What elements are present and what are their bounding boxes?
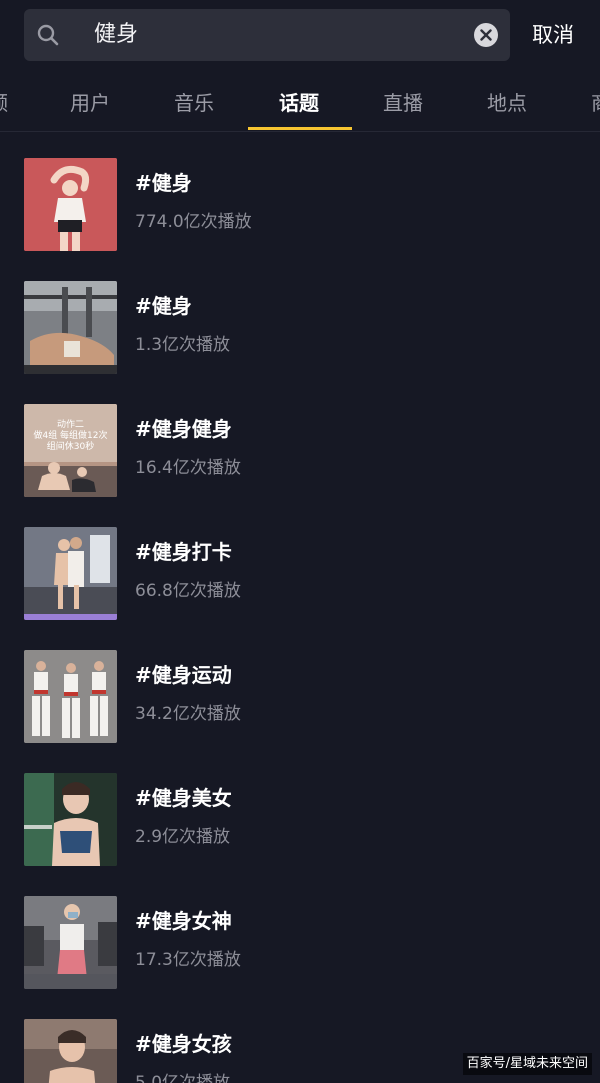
topic-thumbnail <box>24 773 117 866</box>
topic-row[interactable]: #健身打卡 66.8亿次播放 <box>0 504 600 627</box>
close-icon <box>480 29 492 41</box>
topic-row[interactable]: #健身美女 2.9亿次播放 <box>0 750 600 873</box>
tab-shop[interactable]: 商 <box>591 88 600 118</box>
topic-row[interactable]: #健身 774.0亿次播放 <box>0 135 600 258</box>
topic-play-count: 17.3亿次播放 <box>135 950 241 970</box>
topic-thumbnail <box>24 158 117 251</box>
topic-play-count: 5.0亿次播放 <box>135 1073 231 1083</box>
topic-row[interactable]: #健身 1.3亿次播放 <box>0 258 600 381</box>
topic-play-count: 2.9亿次播放 <box>135 827 231 847</box>
tab-live[interactable]: 直播 <box>383 88 423 118</box>
topic-play-count: 34.2亿次播放 <box>135 704 241 724</box>
clear-search-button[interactable] <box>474 23 498 47</box>
search-icon <box>36 23 60 47</box>
topic-thumbnail <box>24 281 117 374</box>
topic-thumbnail: 动作二 做4组 每组做12次 组间休30秒 <box>24 404 117 497</box>
tab-music[interactable]: 音乐 <box>174 88 214 118</box>
caption-line: 动作二 <box>56 420 84 430</box>
search-bar-row: 健身 取消 <box>0 0 600 72</box>
topic-title: #健身美女 <box>135 786 232 810</box>
search-query-text: 健身 <box>94 22 139 47</box>
topic-row[interactable]: #健身女神 17.3亿次播放 <box>0 873 600 996</box>
topic-play-count: 774.0亿次播放 <box>135 212 252 232</box>
topic-thumbnail <box>24 896 117 989</box>
search-input[interactable]: 健身 <box>24 9 510 61</box>
topic-title: #健身运动 <box>135 663 232 687</box>
search-results-screen: 健身 取消 频 用户 音乐 话题 直播 地点 商 <box>0 0 600 1083</box>
tab-topics[interactable]: 话题 <box>279 88 319 118</box>
topic-title: #健身女神 <box>135 909 232 933</box>
cancel-button[interactable]: 取消 <box>532 20 574 50</box>
topic-thumbnail <box>24 1019 117 1083</box>
topic-title: #健身 <box>135 171 192 195</box>
tab-video[interactable]: 频 <box>0 88 8 118</box>
tab-users[interactable]: 用户 <box>70 88 110 118</box>
topic-row[interactable]: #健身运动 34.2亿次播放 <box>0 627 600 750</box>
topic-play-count: 1.3亿次播放 <box>135 335 231 355</box>
tab-places[interactable]: 地点 <box>487 88 527 118</box>
active-tab-indicator <box>248 127 352 130</box>
topic-title: #健身健身 <box>135 417 232 441</box>
topic-play-count: 16.4亿次播放 <box>135 458 241 478</box>
topic-row[interactable]: 动作二 做4组 每组做12次 组间休30秒 #健身健身 16.4亿次播放 <box>0 381 600 504</box>
topic-title: #健身打卡 <box>135 540 232 564</box>
thumbnail-caption: 动作二 做4组 每组做12次 组间休30秒 <box>24 420 117 453</box>
caption-line: 做4组 每组做12次 <box>33 431 108 441</box>
topic-thumbnail <box>24 527 117 620</box>
topic-thumbnail <box>24 650 117 743</box>
watermark: 百家号/星域未来空间 <box>462 1053 592 1075</box>
topic-play-count: 66.8亿次播放 <box>135 581 241 601</box>
topic-title: #健身 <box>135 294 192 318</box>
caption-line: 组间休30秒 <box>46 442 95 452</box>
category-tabs: 频 用户 音乐 话题 直播 地点 商 <box>0 72 600 132</box>
topic-title: #健身女孩 <box>135 1032 232 1056</box>
